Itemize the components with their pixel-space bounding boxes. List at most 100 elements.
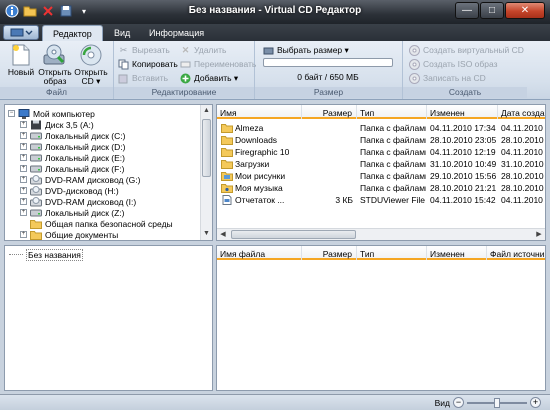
tree-scrollbar[interactable]: ▲ ▼ [200, 105, 212, 240]
file-row[interactable]: Downloads Папка с файлами 28.10.2010 23:05… [217, 134, 545, 146]
open-image-button[interactable]: Открыть образ [38, 43, 72, 86]
create-iso-button[interactable]: Создать ISO образ [409, 58, 498, 70]
new-button[interactable]: Новый [4, 43, 38, 77]
project-root[interactable]: Без названия [9, 248, 83, 261]
tree-item[interactable]: Общая папка безопасной среды [20, 218, 173, 229]
tree-item-label: Локальный диск (D:) [45, 141, 126, 152]
close-button[interactable]: ✕ [505, 2, 545, 19]
maximize-button[interactable]: □ [480, 2, 504, 19]
copy-button[interactable]: Копировать [118, 58, 178, 70]
zoom-slider[interactable] [467, 397, 527, 408]
column-source-file[interactable]: Файл источни [487, 246, 545, 260]
tree-item[interactable]: − Мой компьютер [8, 108, 95, 119]
column-modified[interactable]: Изменен [427, 105, 498, 119]
column-name[interactable]: Имя [217, 105, 302, 119]
tree-expander-icon[interactable]: + [20, 154, 27, 161]
paste-button[interactable]: Вставить [118, 72, 168, 84]
file-list-hscroll-thumb[interactable] [231, 230, 356, 239]
cut-button[interactable]: ✂ Вырезать [118, 44, 170, 56]
tree-item[interactable]: + Локальный диск (E:) [20, 152, 125, 163]
file-modified-cell: 31.10.2010 10:49 [430, 159, 496, 169]
tree-item-label: Общая папка безопасной среды [45, 218, 173, 229]
window-controls: — □ ✕ [454, 2, 545, 19]
zoom-out-button[interactable]: − [453, 397, 464, 408]
project-tree[interactable]: Без названия [4, 245, 213, 391]
open-cd-button[interactable]: Открыть CD ▾ [74, 43, 108, 86]
size-text: 0 байт / 650 МБ [297, 72, 359, 82]
tab-view[interactable]: Вид [104, 25, 140, 41]
tree-expander-icon[interactable]: + [20, 176, 27, 183]
tree-expander-icon[interactable]: − [8, 110, 15, 117]
tree-item[interactable]: + DVD-RAM дисковод (I:) [20, 196, 136, 207]
column-file-type[interactable]: Тип [357, 246, 427, 260]
disc-size-icon [263, 45, 274, 56]
column-file-name[interactable]: Имя файла [217, 246, 302, 260]
file-row[interactable]: Мои рисунки Папка с файлами 29.10.2010 15:… [217, 170, 545, 182]
file-modified-cell: 28.10.2010 23:05 [430, 135, 496, 145]
tree-item[interactable]: +Документы - Admin [20, 240, 120, 241]
folder-icon [30, 219, 42, 229]
minimize-button[interactable]: — [455, 2, 479, 19]
tree-expander-icon[interactable]: + [20, 231, 27, 238]
file-row[interactable]: Моя музыка Папка с файлами 28.10.2010 21:2… [217, 182, 545, 194]
tree-expander-icon[interactable]: + [20, 165, 27, 172]
burn-cd-label: Записать на CD [423, 73, 486, 83]
column-size[interactable]: Размер [302, 105, 357, 119]
tree-item[interactable]: + Локальный диск (Z:) [20, 207, 125, 218]
tree-item[interactable]: + DVD-дисковод (H:) [20, 185, 119, 196]
file-list-hscrollbar[interactable]: ◀ ▶ [217, 228, 545, 240]
zoom-slider-thumb[interactable] [494, 397, 500, 408]
burn-cd-button[interactable]: Записать на CD [409, 72, 486, 84]
scroll-down-icon[interactable]: ▼ [201, 228, 212, 240]
scroll-right-icon[interactable]: ▶ [533, 229, 545, 240]
project-file-list[interactable]: Имя файла Размер Тип Изменен Файл источн… [216, 245, 546, 391]
file-row[interactable]: Firegraphic 10 Папка с файлами 04.11.2010 … [217, 146, 545, 158]
open-image-icon [42, 43, 68, 67]
tree-item[interactable]: + DVD-RAM дисковод (G:) [20, 174, 140, 185]
tree-item[interactable]: + Общие документы [20, 229, 118, 240]
tree-item[interactable]: + Локальный диск (F:) [20, 163, 125, 174]
file-created-cell: 28.10.2010 20 [501, 171, 545, 181]
tree-item-label: Локальный диск (Z:) [45, 207, 125, 218]
tab-editor[interactable]: Редактор [42, 25, 103, 41]
status-bar: Вид − + [0, 394, 550, 410]
column-file-size[interactable]: Размер [302, 246, 357, 260]
tab-info[interactable]: Информация [139, 25, 214, 41]
file-row[interactable]: Almeza Папка с файлами 04.11.2010 17:34 04.… [217, 122, 545, 134]
select-size-button[interactable]: Выбрать размер ▾ [263, 44, 349, 56]
file-row[interactable]: Загрузки Папка с файлами 31.10.2010 10:49 3… [217, 158, 545, 170]
file-modified-cell: 28.10.2010 21:21 [430, 183, 496, 193]
scroll-left-icon[interactable]: ◀ [217, 229, 229, 240]
tree-expander-icon[interactable]: + [20, 198, 27, 205]
tree-expander-icon[interactable]: + [20, 209, 27, 216]
create-virtual-cd-label: Создать виртуальный CD [423, 45, 524, 55]
tree-expander-icon[interactable]: + [20, 187, 27, 194]
tree-item[interactable]: + Диск 3,5 (A:) [20, 119, 94, 130]
tree-expander-icon[interactable]: + [20, 143, 27, 150]
size-group: Выбрать размер ▾ 0 байт / 650 МБ Размер [255, 41, 403, 99]
file-type-cell: Папка с файлами [360, 183, 426, 193]
tree-expander-icon[interactable]: + [20, 132, 27, 139]
file-name-cell: Almeza [235, 123, 264, 133]
create-virtual-cd-button[interactable]: Создать виртуальный CD [409, 44, 524, 56]
delete-button[interactable]: ✕ Удалить [180, 44, 227, 56]
copy-label: Копировать [132, 59, 178, 69]
tree-expander-icon[interactable]: + [20, 121, 27, 128]
file-created-cell: 04.11.2010 12 [501, 147, 545, 157]
folder-tree[interactable]: − Мой компьютер + Диск 3,5 (A:) + Локальный д… [4, 104, 213, 241]
column-created[interactable]: Дата создан [498, 105, 545, 119]
tree-item[interactable]: + Локальный диск (C:) [20, 130, 125, 141]
column-type[interactable]: Тип [357, 105, 427, 119]
tree-scroll-thumb[interactable] [202, 119, 211, 177]
rename-button[interactable]: Переименовать [180, 58, 256, 70]
zoom-in-button[interactable]: + [530, 397, 541, 408]
scroll-up-icon[interactable]: ▲ [201, 105, 212, 117]
column-file-modified[interactable]: Изменен [427, 246, 487, 260]
file-row[interactable]: Отчетаток ... 3 КБ STDUViewer File 04.11.20… [217, 194, 545, 206]
file-list[interactable]: Имя Размер Тип Изменен Дата создан Almez… [216, 104, 546, 241]
tree-item-label: DVD-RAM дисковод (G:) [45, 174, 141, 185]
add-button[interactable]: Добавить ▾ [180, 72, 238, 84]
main-area: − Мой компьютер + Диск 3,5 (A:) + Локальный д… [0, 100, 550, 394]
app-menu-button[interactable] [3, 25, 39, 40]
tree-item[interactable]: + Локальный диск (D:) [20, 141, 125, 152]
